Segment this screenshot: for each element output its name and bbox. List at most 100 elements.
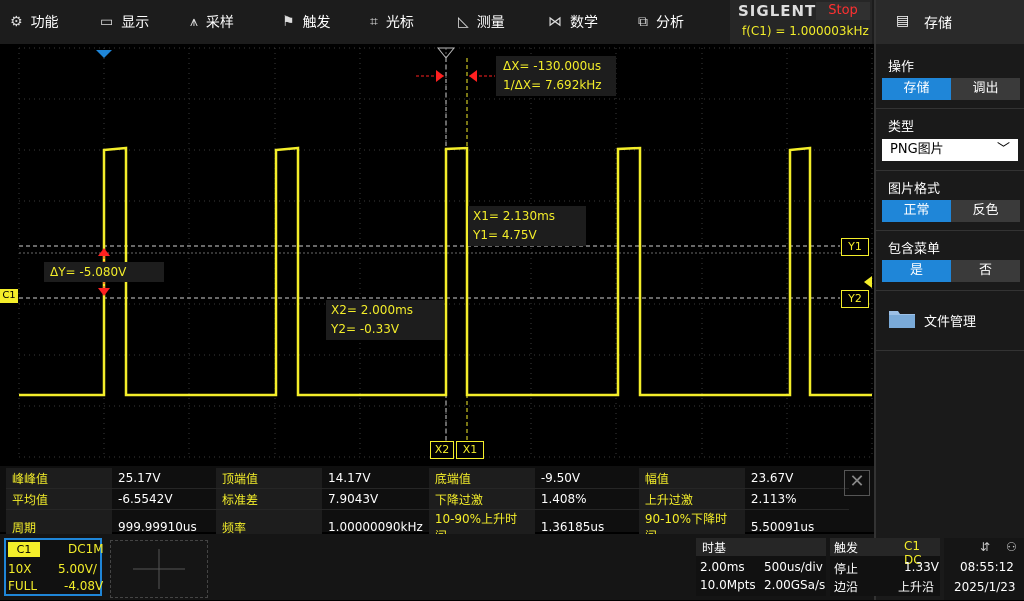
delta-x-value: ΔX= -130.000us xyxy=(503,59,602,73)
cursor-y2-tag[interactable]: Y2 xyxy=(841,290,869,308)
meas-label: 底端值 xyxy=(428,468,535,489)
x2-value: X2= 2.000ms xyxy=(331,303,414,317)
acquire-icon: ⩚ xyxy=(190,14,198,30)
menu-label: 分析 xyxy=(656,15,684,31)
channel-bandwidth: FULL xyxy=(8,579,38,593)
menu-math[interactable]: ⋈ 数学 xyxy=(548,0,598,44)
delta-x-arrows xyxy=(416,70,495,82)
menu-label: 测量 xyxy=(476,15,505,31)
recall-option[interactable]: 调出 xyxy=(951,78,1020,100)
run-status[interactable]: Stop xyxy=(816,2,870,20)
x1-value: X1= 2.130ms xyxy=(473,209,556,223)
channel-tag: C1 xyxy=(8,542,40,557)
channel-offset: -4.08V xyxy=(64,579,104,593)
cursor-x2-tag[interactable]: X2 xyxy=(430,441,454,459)
menu-label: 数学 xyxy=(570,15,598,31)
plus-icon xyxy=(133,549,185,589)
timebase-panel[interactable]: 时基 2.00ms 500us/div 10.0Mpts 2.00GSa/s xyxy=(696,538,826,596)
meas-label: 上升过激 xyxy=(638,488,745,510)
inverse-delta-x-value: 1/ΔX= 7.692kHz xyxy=(503,78,602,92)
timebase-scale: 500us/div xyxy=(764,560,823,574)
side-menu-title: 存储 xyxy=(924,16,952,32)
menu-cursor[interactable]: ⌗ 光标 xyxy=(370,0,414,44)
divider xyxy=(876,230,1024,231)
clock-date: 2025/1/23 xyxy=(954,580,1016,594)
file-manager-label: 文件管理 xyxy=(924,315,977,330)
normal-option[interactable]: 正常 xyxy=(882,200,951,222)
invert-option[interactable]: 反色 xyxy=(951,200,1020,222)
cursor-y1-tag[interactable]: Y1 xyxy=(841,238,869,256)
meas-value: 1.408% xyxy=(534,488,639,510)
system-status: ⇵ ⚇ 08:55:12 2025/1/23 xyxy=(944,538,1024,600)
table-row: 峰峰值 25.17V 顶端值 14.17V 底端值 -9.50V 幅值 23.67V xyxy=(6,468,849,489)
meas-value: 2.113% xyxy=(744,488,849,510)
cursor-x1-tag[interactable]: X1 xyxy=(456,441,484,459)
menu-acquire[interactable]: ⩚ 采样 xyxy=(190,0,234,44)
operation-toggle: 存储 调出 xyxy=(882,78,1020,100)
operation-label: 操作 xyxy=(888,60,915,75)
meas-value: -6.5542V xyxy=(112,488,216,510)
delta-x-readout: ΔX= -130.000us 1/ΔX= 7.692kHz xyxy=(496,56,616,96)
cursor-x2-readout: X2= 2.000ms Y2= -0.33V xyxy=(326,300,444,340)
meas-label: 下降过激 xyxy=(428,488,535,510)
math-icon: ⋈ xyxy=(548,14,562,30)
storage-side-menu: ▤ 存储 操作 存储 调出 类型 PNG图片 ﹀ 图片格式 正常 反色 包含菜单… xyxy=(874,0,1024,600)
analysis-icon: ⧉ xyxy=(638,14,648,30)
close-icon[interactable]: ✕ xyxy=(844,470,870,496)
side-menu-header: ▤ 存储 xyxy=(876,0,1024,44)
trigger-level: 1.33V xyxy=(904,560,939,574)
frequency-counter: f(C1) = 1.000003kHz xyxy=(742,24,869,38)
include-menu-label: 包含菜单 xyxy=(888,242,941,257)
type-value: PNG图片 xyxy=(890,142,944,157)
meas-value: 25.17V xyxy=(112,468,216,489)
brand-logo: SIGLENT xyxy=(738,2,817,20)
menu-analysis[interactable]: ⧉ 分析 xyxy=(638,0,684,44)
type-label: 类型 xyxy=(888,120,915,135)
trigger-panel[interactable]: 触发 C1 DC 停止 1.33V 边沿 上升沿 xyxy=(830,538,940,596)
channel-scale: 5.00V/ xyxy=(58,562,97,576)
meas-value: 7.9043V xyxy=(322,488,429,510)
no-option[interactable]: 否 xyxy=(951,260,1020,282)
y2-value: Y2= -0.33V xyxy=(331,322,400,336)
waveform-canvas xyxy=(18,47,873,458)
clock-time: 08:55:12 xyxy=(960,560,1014,574)
measurement-panel: 峰峰值 25.17V 顶端值 14.17V 底端值 -9.50V 幅值 23.67V 平… xyxy=(0,466,874,545)
delta-y-value: ΔY= -5.080V xyxy=(50,265,127,279)
usb-icon: ⇵ xyxy=(980,540,991,554)
menu-trigger[interactable]: ⚑ 触发 xyxy=(282,0,331,44)
cursor-icon: ⌗ xyxy=(370,14,378,30)
menu-function[interactable]: ⚙ 功能 xyxy=(10,0,59,44)
menu-display[interactable]: ▭ 显示 xyxy=(100,0,149,44)
trigger-title: 触发 xyxy=(834,541,859,555)
menu-label: 光标 xyxy=(385,15,414,31)
timebase-delay: 2.00ms xyxy=(700,560,745,574)
channel1-info[interactable]: C1 DC1M 10X 5.00V/ FULL -4.08V xyxy=(4,538,104,596)
meas-value: -9.50V xyxy=(534,468,639,489)
bottom-status-bar: C1 DC1M 10X 5.00V/ FULL -4.08V 时基 2.00ms… xyxy=(0,534,940,600)
trigger-position-marker[interactable] xyxy=(96,50,112,58)
menu-measure[interactable]: ◺ 测量 xyxy=(458,0,505,44)
type-select[interactable]: PNG图片 ﹀ xyxy=(882,139,1018,161)
meas-value: 14.17V xyxy=(322,468,429,489)
gear-icon: ⚙ xyxy=(10,14,23,30)
yes-option[interactable]: 是 xyxy=(882,260,951,282)
memory-depth: 10.0Mpts xyxy=(700,578,756,592)
menu-label: 触发 xyxy=(302,15,331,31)
file-manager-button[interactable]: 文件管理 xyxy=(886,304,1016,334)
waveform-display[interactable]: ΔX= -130.000us 1/ΔX= 7.692kHz X1= 2.130m… xyxy=(0,44,874,466)
save-option[interactable]: 存储 xyxy=(882,78,951,100)
channel1-offset-marker[interactable]: C1 xyxy=(0,289,18,303)
trigger-state: 停止 xyxy=(834,562,859,576)
brand-panel: SIGLENT Stop f(C1) = 1.000003kHz xyxy=(730,0,872,44)
table-row: 平均值 -6.5542V 标准差 7.9043V 下降过激 1.408% 上升过激 2.… xyxy=(6,488,849,510)
meas-label: 峰峰值 xyxy=(6,468,112,489)
add-channel-button[interactable] xyxy=(110,540,208,598)
display-icon: ▭ xyxy=(100,14,114,30)
divider xyxy=(876,350,1024,351)
cursor-x1-readout: X1= 2.130ms Y1= 4.75V xyxy=(468,206,586,246)
timebase-title: 时基 xyxy=(702,541,727,555)
network-icon: ⚇ xyxy=(1006,540,1017,554)
trigger-level-marker[interactable] xyxy=(864,276,872,288)
trigger-type: 边沿 xyxy=(834,580,859,594)
top-menu-bar: ⚙ 功能 ▭ 显示 ⩚ 采样 ⚑ 触发 ⌗ 光标 ◺ 测量 ⋈ 数学 ⧉ 分析 SIGLENT … xyxy=(0,0,874,44)
